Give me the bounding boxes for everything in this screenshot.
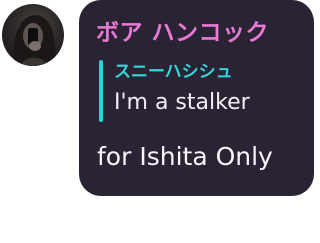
reply-quote-bar <box>99 60 103 122</box>
user-photo-icon <box>13 15 56 66</box>
avatar[interactable] <box>2 4 64 66</box>
reply-author-name[interactable]: スニーハシシュ <box>114 60 233 84</box>
message-author-name[interactable]: ボア ハンコック <box>96 18 269 48</box>
reply-quoted-text[interactable]: I'm a stalker <box>114 88 250 118</box>
message-text: for Ishita Only <box>97 142 273 171</box>
